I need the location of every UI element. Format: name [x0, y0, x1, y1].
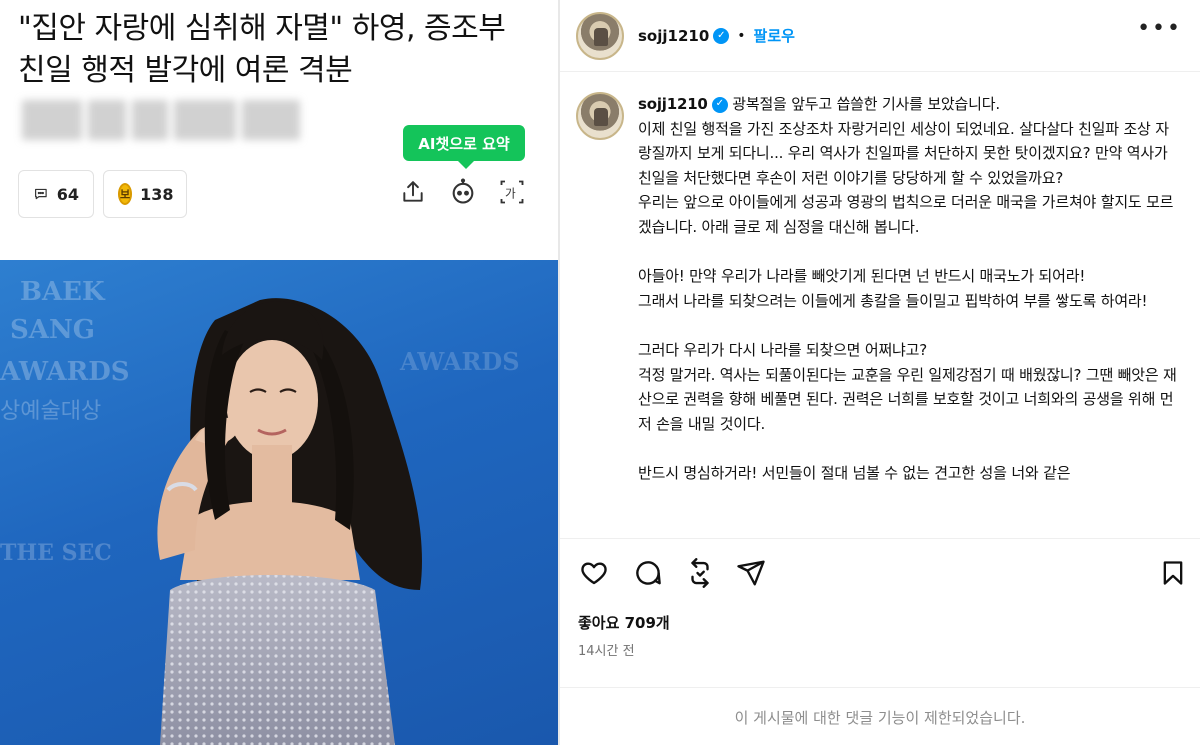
comments-limited-notice: 이 게시물에 대한 댓글 기능이 제한되었습니다.: [560, 687, 1200, 745]
like-count[interactable]: 좋아요 709개: [578, 612, 670, 633]
svg-text:상예술대상: 상예술대상: [0, 399, 101, 424]
svg-text:AWARDS: AWARDS: [399, 347, 520, 376]
article-headline: "집안 자랑에 심취해 자멸" 하영, 증조부 친일 행적 발각에 여론 격분: [18, 11, 506, 88]
share-icon[interactable]: [397, 176, 429, 208]
svg-text:BAEK: BAEK: [20, 277, 106, 307]
coin-icon: 보: [118, 183, 133, 205]
svg-text:SANG: SANG: [10, 315, 95, 345]
caption-avatar[interactable]: [576, 92, 624, 140]
ai-summary-button[interactable]: AI챗 으로 요약: [403, 125, 525, 169]
comment-icon[interactable]: [632, 557, 664, 589]
svg-text:THE SEC: THE SEC: [0, 540, 112, 566]
heart-icon[interactable]: [578, 557, 610, 589]
bookmark-icon[interactable]: [1157, 557, 1189, 589]
ai-bot-icon[interactable]: [447, 176, 479, 208]
instagram-post-panel: sojj1210 ✓ • 팔로우 ••• sojj1210 ✓ 광복절을 앞두고 …: [560, 0, 1200, 745]
repost-icon[interactable]: [684, 557, 716, 589]
verified-badge-icon: ✓: [713, 27, 730, 44]
blurred-byline: [22, 100, 300, 140]
comment-bubble-icon: [35, 188, 47, 200]
coin-count-button[interactable]: 보 138: [103, 170, 187, 218]
svg-text:AWARDS: AWARDS: [0, 357, 130, 387]
caption-verified-badge-icon: ✓: [711, 96, 728, 113]
header-username[interactable]: sojj1210: [638, 27, 709, 45]
translate-icon[interactable]: 가: [496, 176, 528, 208]
profile-avatar[interactable]: [576, 11, 624, 60]
post-header: sojj1210 ✓ • 팔로우 •••: [560, 0, 1200, 72]
share-send-icon[interactable]: [735, 557, 767, 589]
ai-summary-label: 으로 요약: [449, 134, 510, 153]
news-article-panel: "집안 자랑에 심취해 자멸" 하영, 증조부 친일 행적 발각에 여론 격분 …: [0, 0, 558, 745]
post-actions: 좋아요 709개 14시간 전 이 게시물에 대한 댓글 기능이 제한되었습니다…: [560, 538, 1200, 745]
ai-summary-highlight: AI챗: [418, 134, 450, 153]
separator-dot: •: [737, 27, 746, 44]
caption-text: 광복절을 앞두고 씁쓸한 기사를 보았습니다. 이제 친일 행적을 가진 조상조…: [638, 95, 1177, 482]
coin-count: 138: [140, 184, 174, 204]
svg-text:가: 가: [505, 186, 516, 200]
follow-button[interactable]: 팔로우: [754, 25, 795, 46]
caption-username[interactable]: sojj1210: [638, 95, 708, 113]
more-options-icon[interactable]: •••: [1137, 18, 1182, 40]
comment-count-button[interactable]: 64: [18, 170, 94, 218]
comment-count: 64: [56, 184, 79, 204]
post-caption: sojj1210 ✓ 광복절을 앞두고 씁쓸한 기사를 보았습니다. 이제 친일 …: [638, 92, 1178, 486]
post-timestamp[interactable]: 14시간 전: [578, 640, 635, 659]
article-photo: BAEK SANG AWARDS 상예술대상 THE SEC AWARDS: [0, 260, 558, 745]
actress-photo-illustration: BAEK SANG AWARDS 상예술대상 THE SEC AWARDS: [0, 277, 520, 745]
